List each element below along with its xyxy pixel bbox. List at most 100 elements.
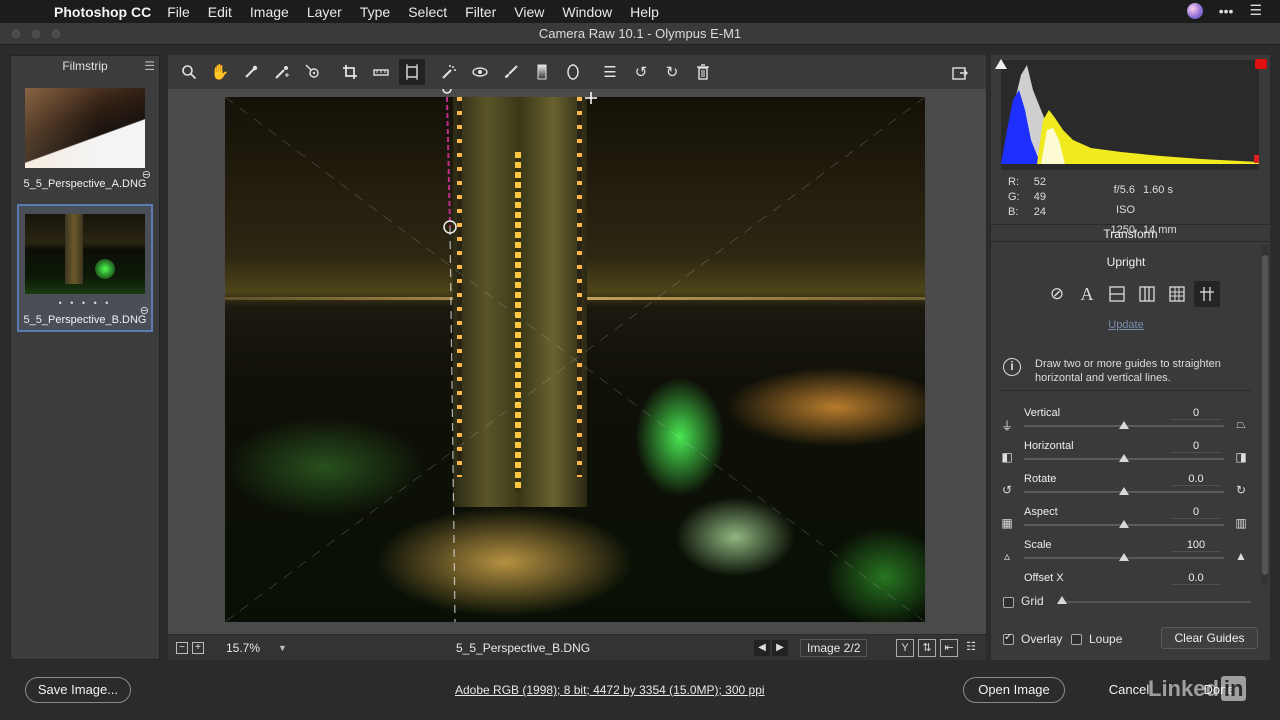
next-image-button[interactable]: ▶ [772, 639, 788, 656]
white-balance-icon[interactable] [238, 59, 264, 85]
more-icon[interactable]: ••• [1219, 3, 1234, 19]
rotate-cw-icon: ↻ [1235, 483, 1247, 497]
grid-size-thumb[interactable] [1057, 596, 1067, 604]
close-window-button[interactable] [10, 28, 22, 40]
slider-value[interactable]: 0 [1171, 440, 1221, 453]
window-titlebar: Camera Raw 10.1 - Olympus E-M1 [0, 23, 1280, 45]
slider-value[interactable]: 100 [1171, 539, 1221, 552]
red-eye-icon[interactable] [467, 59, 493, 85]
grid-checkbox[interactable] [1003, 597, 1014, 608]
slider-thumb[interactable] [1119, 553, 1129, 561]
swap-settings-icon[interactable]: ⇅ [918, 638, 936, 657]
workflow-options-link[interactable]: Adobe RGB (1998); 8 bit; 4472 by 3354 (1… [455, 683, 765, 697]
straighten-icon[interactable] [368, 59, 394, 85]
zoom-in-button[interactable]: + [192, 641, 204, 654]
menu-view[interactable]: View [514, 4, 544, 20]
before-after-toggle-icon[interactable]: Y [896, 638, 914, 657]
menu-window[interactable]: Window [562, 4, 612, 20]
current-filename: 5_5_Perspective_B.DNG [456, 640, 591, 655]
upright-auto-icon[interactable]: A [1074, 281, 1100, 307]
filmstrip-item-name: 5_5_Perspective_A.DNG [23, 178, 147, 190]
menu-edit[interactable]: Edit [208, 4, 232, 20]
slider-thumb[interactable] [1119, 520, 1129, 528]
edited-badge-icon: ⊖ [141, 169, 151, 181]
shadow-clipping-icon[interactable] [995, 59, 1007, 69]
grid-size-track[interactable] [1061, 601, 1251, 603]
slider-value[interactable]: 0.0 [1171, 572, 1221, 585]
open-image-button[interactable]: Open Image [963, 677, 1065, 703]
hand-tool-icon[interactable]: ✋ [207, 59, 233, 85]
aspect-slider[interactable]: ▦ Aspect 0 ▥ [991, 506, 1261, 539]
open-preferences-icon[interactable] [947, 60, 973, 86]
graduated-filter-icon[interactable] [529, 59, 555, 85]
image-canvas[interactable] [168, 89, 986, 634]
trash-icon[interactable] [690, 59, 716, 85]
zoom-out-button[interactable]: − [176, 641, 188, 654]
menu-layer[interactable]: Layer [307, 4, 342, 20]
app-menu[interactable]: Photoshop CC [54, 4, 151, 20]
scale-slider[interactable]: ▵ Scale 100 ▲ [991, 539, 1261, 572]
view-settings-icon[interactable]: ☷ [962, 639, 980, 657]
highlight-clipping-icon[interactable] [1255, 59, 1267, 69]
slider-label: Scale [1024, 539, 1052, 551]
menu-select[interactable]: Select [408, 4, 447, 20]
radial-filter-icon[interactable] [560, 59, 586, 85]
menu-help[interactable]: Help [630, 4, 659, 20]
aspect-wide-icon: ▦ [1001, 516, 1013, 530]
slider-value[interactable]: 0 [1171, 407, 1221, 420]
vertical-slider[interactable]: ⏚ Vertical 0 ⏢ [991, 407, 1261, 440]
spot-removal-icon[interactable] [436, 59, 462, 85]
slider-value[interactable]: 0 [1171, 506, 1221, 519]
guide-handle[interactable] [442, 89, 452, 94]
slider-thumb[interactable] [1119, 421, 1129, 429]
info-text: Draw two or more guides to straighten ho… [1035, 358, 1221, 384]
overlay-checkbox[interactable] [1003, 632, 1014, 645]
rotate-left-icon[interactable]: ↺ [628, 59, 654, 85]
save-image-button[interactable]: Save Image... [25, 677, 131, 703]
notification-list-icon[interactable]: ☰ [1249, 2, 1262, 19]
horizontal-slider[interactable]: ◧ Horizontal 0 ◨ [991, 440, 1261, 473]
color-sampler-icon[interactable] [269, 59, 295, 85]
filmstrip-menu-icon[interactable]: ☰ [144, 56, 155, 76]
upright-guided-icon[interactable] [1194, 281, 1220, 307]
rotate-right-icon[interactable]: ↻ [659, 59, 685, 85]
zoom-window-button[interactable] [50, 28, 62, 40]
camera-raw-window: Filmstrip ☰ ⊖ 5_5_Perspective_A.DNG • • … [0, 45, 1280, 720]
menu-file[interactable]: File [167, 4, 190, 20]
panel-scrollbar[interactable] [1262, 245, 1268, 585]
slider-value[interactable]: 0.0 [1171, 473, 1221, 486]
scrollbar-thumb[interactable] [1262, 255, 1268, 575]
rotate-slider[interactable]: ↺ Rotate 0.0 ↻ [991, 473, 1261, 506]
filmstrip-item-selected[interactable]: • • • • • ⊖ 5_5_Perspective_B.DNG [17, 204, 153, 332]
minimize-window-button[interactable] [30, 28, 42, 40]
vertical-perspective-end-icon: ⏢ [1236, 417, 1246, 431]
menu-image[interactable]: Image [250, 4, 289, 20]
loupe-checkbox[interactable] [1071, 634, 1082, 645]
crop-icon[interactable] [337, 59, 363, 85]
horizontal-perspective-end-icon: ◨ [1235, 450, 1247, 464]
update-link[interactable]: Update [991, 319, 1261, 331]
transform-icon[interactable] [399, 59, 425, 85]
targeted-adjustment-icon[interactable] [300, 59, 326, 85]
rating-dots[interactable]: • • • • • [23, 298, 147, 308]
siri-icon[interactable] [1186, 2, 1203, 19]
menu-type[interactable]: Type [360, 4, 390, 20]
g-value: 49 [1033, 191, 1046, 203]
zoom-dropdown-icon[interactable]: ▼ [278, 643, 287, 653]
previous-image-button[interactable]: ◀ [754, 639, 770, 656]
upright-off-icon[interactable]: ⊘ [1044, 281, 1070, 307]
clear-guides-button[interactable]: Clear Guides [1161, 627, 1258, 649]
filmstrip-item[interactable]: ⊖ 5_5_Perspective_A.DNG [17, 80, 153, 194]
copy-settings-icon[interactable]: ⇤ [940, 638, 958, 657]
offset-x-slider[interactable]: Offset X 0.0 [991, 572, 1261, 585]
upright-full-icon[interactable] [1164, 281, 1190, 307]
adjustment-brush-icon[interactable] [498, 59, 524, 85]
presets-list-icon[interactable]: ☰ [597, 59, 623, 85]
grid-row: Grid [991, 590, 1270, 614]
slider-thumb[interactable] [1119, 454, 1129, 462]
upright-vertical-icon[interactable] [1134, 281, 1160, 307]
zoom-tool-icon[interactable] [176, 59, 202, 85]
menu-filter[interactable]: Filter [465, 4, 496, 20]
upright-level-icon[interactable] [1104, 281, 1130, 307]
slider-thumb[interactable] [1119, 487, 1129, 495]
